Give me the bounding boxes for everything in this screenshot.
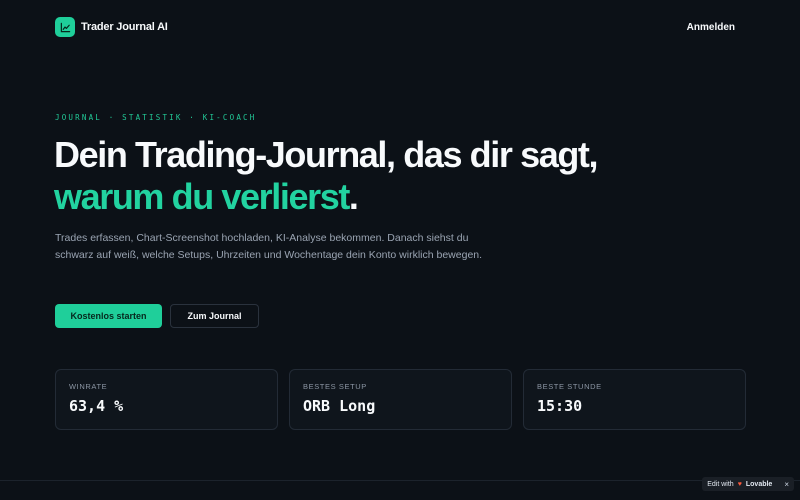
- badge-brand: Lovable: [745, 480, 773, 488]
- login-link[interactable]: Anmelden: [687, 22, 735, 33]
- hero-headline: Dein Trading-Journal, das dir sagt, waru…: [54, 134, 614, 218]
- brand-name: Trader Journal AI: [81, 21, 168, 33]
- stat-label: BESTE STUNDE: [537, 382, 602, 391]
- hero-actions: Kostenlos starten Zum Journal: [55, 304, 259, 328]
- stat-card-best-setup: BESTES SETUP ORB Long: [289, 369, 512, 430]
- headline-end: .: [348, 176, 359, 217]
- stat-card-winrate: WINRATE 63,4 %: [55, 369, 278, 430]
- headline-text: Dein Trading-Journal, das dir sagt,: [54, 134, 599, 175]
- headline-accent: warum du verlierst: [54, 176, 350, 217]
- stat-label: BESTES SETUP: [303, 382, 367, 391]
- hero-subtitle: Trades erfassen, Chart-Screenshot hochla…: [55, 232, 483, 261]
- badge-prefix: Edit with: [707, 480, 734, 488]
- edit-with-lovable-badge[interactable]: Edit with ♥ Lovable ×: [702, 477, 794, 491]
- lovable-heart-icon: ♥: [737, 480, 742, 488]
- stat-card-best-hour: BESTE STUNDE 15:30: [523, 369, 746, 430]
- brand[interactable]: Trader Journal AI: [55, 17, 168, 37]
- top-nav: Trader Journal AI Anmelden: [55, 16, 735, 38]
- stat-label: WINRATE: [69, 382, 108, 391]
- close-icon[interactable]: ×: [784, 480, 789, 489]
- stat-value: 63,4 %: [69, 397, 124, 415]
- section-divider: [0, 480, 800, 481]
- stat-value: 15:30: [537, 397, 583, 415]
- start-free-button[interactable]: Kostenlos starten: [55, 304, 162, 328]
- chart-logo-icon: [55, 17, 75, 37]
- stat-value: ORB Long: [303, 397, 376, 415]
- journal-button[interactable]: Zum Journal: [170, 304, 259, 328]
- hero-eyebrow: JOURNAL · STATISTIK · KI-COACH: [55, 113, 257, 122]
- stats-row: WINRATE 63,4 % BESTES SETUP ORB Long BES…: [55, 369, 746, 430]
